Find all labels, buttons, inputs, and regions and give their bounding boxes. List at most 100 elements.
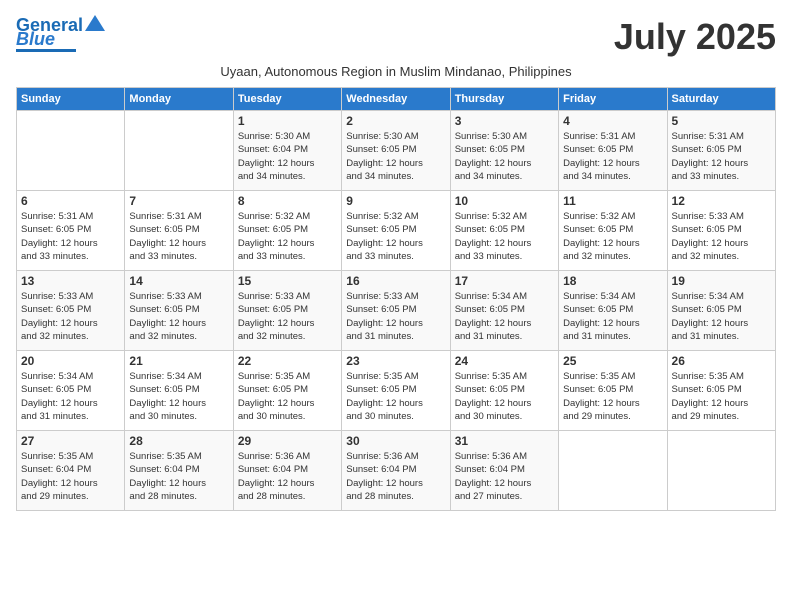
day-info: Sunrise: 5:31 AM Sunset: 6:05 PM Dayligh… (563, 130, 662, 183)
day-info: Sunrise: 5:33 AM Sunset: 6:05 PM Dayligh… (129, 290, 228, 343)
day-number: 4 (563, 114, 662, 128)
calendar-week-row: 6 Sunrise: 5:31 AM Sunset: 6:05 PM Daylig… (17, 191, 776, 271)
day-number: 9 (346, 194, 445, 208)
day-number: 2 (346, 114, 445, 128)
day-number: 13 (21, 274, 120, 288)
calendar-cell: 20 Sunrise: 5:34 AM Sunset: 6:05 PM Dayli… (17, 351, 125, 431)
day-number: 8 (238, 194, 337, 208)
day-number: 31 (455, 434, 554, 448)
day-info: Sunrise: 5:30 AM Sunset: 6:05 PM Dayligh… (346, 130, 445, 183)
calendar-cell: 10 Sunrise: 5:32 AM Sunset: 6:05 PM Dayli… (450, 191, 558, 271)
day-info: Sunrise: 5:35 AM Sunset: 6:05 PM Dayligh… (672, 370, 771, 423)
calendar-subtitle: Uyaan, Autonomous Region in Muslim Minda… (16, 64, 776, 79)
day-number: 12 (672, 194, 771, 208)
day-number: 11 (563, 194, 662, 208)
day-info: Sunrise: 5:36 AM Sunset: 6:04 PM Dayligh… (346, 450, 445, 503)
day-info: Sunrise: 5:34 AM Sunset: 6:05 PM Dayligh… (672, 290, 771, 343)
calendar-cell: 17Sunrise: 5:34 AM Sunset: 6:05 PM Dayli… (450, 271, 558, 351)
calendar-cell: 15 Sunrise: 5:33 AM Sunset: 6:05 PM Dayli… (233, 271, 341, 351)
day-number: 15 (238, 274, 337, 288)
day-number: 25 (563, 354, 662, 368)
day-info: Sunrise: 5:30 AM Sunset: 6:05 PM Dayligh… (455, 130, 554, 183)
day-info: Sunrise: 5:34 AM Sunset: 6:05 PM Dayligh… (563, 290, 662, 343)
day-info: Sunrise: 5:33 AM Sunset: 6:05 PM Dayligh… (672, 210, 771, 263)
day-number: 19 (672, 274, 771, 288)
calendar-cell: 14 Sunrise: 5:33 AM Sunset: 6:05 PM Dayli… (125, 271, 233, 351)
day-info: Sunrise: 5:36 AM Sunset: 6:04 PM Dayligh… (455, 450, 554, 503)
weekday-header-saturday: Saturday (667, 88, 775, 111)
day-number: 16 (346, 274, 445, 288)
calendar-cell: 7Sunrise: 5:31 AM Sunset: 6:05 PM Daylig… (125, 191, 233, 271)
day-info: Sunrise: 5:31 AM Sunset: 6:05 PM Dayligh… (129, 210, 228, 263)
day-info: Sunrise: 5:34 AM Sunset: 6:05 PM Dayligh… (21, 370, 120, 423)
day-number: 20 (21, 354, 120, 368)
calendar-cell: 18 Sunrise: 5:34 AM Sunset: 6:05 PM Dayli… (559, 271, 667, 351)
calendar-cell: 29Sunrise: 5:36 AM Sunset: 6:04 PM Dayli… (233, 431, 341, 511)
weekday-header-sunday: Sunday (17, 88, 125, 111)
calendar-cell: 2 Sunrise: 5:30 AM Sunset: 6:05 PM Daylig… (342, 111, 450, 191)
calendar-cell: 28 Sunrise: 5:35 AM Sunset: 6:04 PM Dayli… (125, 431, 233, 511)
calendar-cell: 24Sunrise: 5:35 AM Sunset: 6:05 PM Dayli… (450, 351, 558, 431)
day-info: Sunrise: 5:32 AM Sunset: 6:05 PM Dayligh… (455, 210, 554, 263)
calendar-cell: 27 Sunrise: 5:35 AM Sunset: 6:04 PM Dayli… (17, 431, 125, 511)
day-number: 28 (129, 434, 228, 448)
calendar-week-row: 13 Sunrise: 5:33 AM Sunset: 6:05 PM Dayli… (17, 271, 776, 351)
day-number: 6 (21, 194, 120, 208)
calendar-cell: 26 Sunrise: 5:35 AM Sunset: 6:05 PM Dayli… (667, 351, 775, 431)
day-number: 18 (563, 274, 662, 288)
day-info: Sunrise: 5:35 AM Sunset: 6:04 PM Dayligh… (21, 450, 120, 503)
calendar-cell: 25Sunrise: 5:35 AM Sunset: 6:05 PM Dayli… (559, 351, 667, 431)
day-info: Sunrise: 5:36 AM Sunset: 6:04 PM Dayligh… (238, 450, 337, 503)
calendar-cell (125, 111, 233, 191)
weekday-header-wednesday: Wednesday (342, 88, 450, 111)
day-number: 27 (21, 434, 120, 448)
day-info: Sunrise: 5:32 AM Sunset: 6:05 PM Dayligh… (238, 210, 337, 263)
calendar-cell: 3 Sunrise: 5:30 AM Sunset: 6:05 PM Daylig… (450, 111, 558, 191)
calendar-cell: 8 Sunrise: 5:32 AM Sunset: 6:05 PM Daylig… (233, 191, 341, 271)
calendar-cell: 5Sunrise: 5:31 AM Sunset: 6:05 PM Daylig… (667, 111, 775, 191)
logo-blue-text: Blue (16, 30, 55, 48)
day-info: Sunrise: 5:32 AM Sunset: 6:05 PM Dayligh… (346, 210, 445, 263)
calendar-cell: 9 Sunrise: 5:32 AM Sunset: 6:05 PM Daylig… (342, 191, 450, 271)
day-info: Sunrise: 5:35 AM Sunset: 6:05 PM Dayligh… (238, 370, 337, 423)
day-number: 30 (346, 434, 445, 448)
calendar-week-row: 27 Sunrise: 5:35 AM Sunset: 6:04 PM Dayli… (17, 431, 776, 511)
day-number: 23 (346, 354, 445, 368)
calendar-cell: 1 Sunrise: 5:30 AM Sunset: 6:04 PM Daylig… (233, 111, 341, 191)
day-info: Sunrise: 5:35 AM Sunset: 6:04 PM Dayligh… (129, 450, 228, 503)
day-number: 21 (129, 354, 228, 368)
calendar-week-row: 1 Sunrise: 5:30 AM Sunset: 6:04 PM Daylig… (17, 111, 776, 191)
calendar-cell: 13 Sunrise: 5:33 AM Sunset: 6:05 PM Dayli… (17, 271, 125, 351)
day-number: 1 (238, 114, 337, 128)
day-info: Sunrise: 5:33 AM Sunset: 6:05 PM Dayligh… (238, 290, 337, 343)
day-info: Sunrise: 5:34 AM Sunset: 6:05 PM Dayligh… (129, 370, 228, 423)
calendar-cell: 6Sunrise: 5:31 AM Sunset: 6:05 PM Daylig… (17, 191, 125, 271)
day-number: 26 (672, 354, 771, 368)
calendar-cell: 16Sunrise: 5:33 AM Sunset: 6:05 PM Dayli… (342, 271, 450, 351)
day-info: Sunrise: 5:32 AM Sunset: 6:05 PM Dayligh… (563, 210, 662, 263)
weekday-header-tuesday: Tuesday (233, 88, 341, 111)
calendar-cell: 12 Sunrise: 5:33 AM Sunset: 6:05 PM Dayli… (667, 191, 775, 271)
calendar-cell: 22 Sunrise: 5:35 AM Sunset: 6:05 PM Dayli… (233, 351, 341, 431)
day-number: 24 (455, 354, 554, 368)
weekday-header-monday: Monday (125, 88, 233, 111)
calendar-cell (17, 111, 125, 191)
day-info: Sunrise: 5:35 AM Sunset: 6:05 PM Dayligh… (346, 370, 445, 423)
weekday-header-row: SundayMondayTuesdayWednesdayThursdayFrid… (17, 88, 776, 111)
calendar-table: SundayMondayTuesdayWednesdayThursdayFrid… (16, 87, 776, 511)
day-number: 3 (455, 114, 554, 128)
calendar-cell: 30 Sunrise: 5:36 AM Sunset: 6:04 PM Dayli… (342, 431, 450, 511)
calendar-week-row: 20 Sunrise: 5:34 AM Sunset: 6:05 PM Dayli… (17, 351, 776, 431)
weekday-header-friday: Friday (559, 88, 667, 111)
day-number: 22 (238, 354, 337, 368)
logo-icon (85, 13, 105, 33)
weekday-header-thursday: Thursday (450, 88, 558, 111)
day-info: Sunrise: 5:30 AM Sunset: 6:04 PM Dayligh… (238, 130, 337, 183)
day-number: 14 (129, 274, 228, 288)
day-info: Sunrise: 5:33 AM Sunset: 6:05 PM Dayligh… (21, 290, 120, 343)
calendar-cell: 19 Sunrise: 5:34 AM Sunset: 6:05 PM Dayli… (667, 271, 775, 351)
month-title: July 2025 (614, 16, 776, 58)
page-header: General Blue July 2025 (16, 16, 776, 58)
day-number: 10 (455, 194, 554, 208)
calendar-cell: 31 Sunrise: 5:36 AM Sunset: 6:04 PM Dayli… (450, 431, 558, 511)
